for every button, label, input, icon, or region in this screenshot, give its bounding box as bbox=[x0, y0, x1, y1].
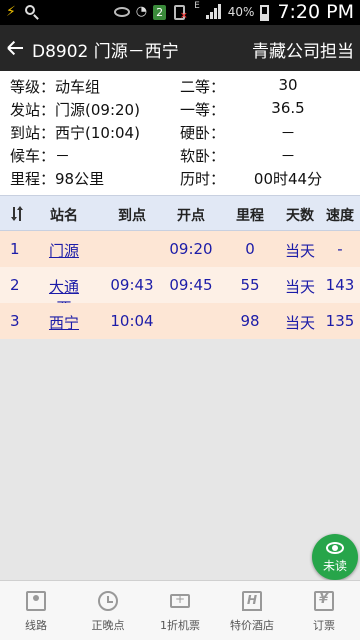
info-label: 二等： bbox=[180, 78, 226, 96]
row-index: 2 bbox=[10, 276, 20, 294]
info-left: 候车：－ bbox=[10, 147, 71, 165]
info-label: 一等： bbox=[180, 101, 226, 119]
charging-bolt-icon: ⚡ bbox=[6, 4, 16, 20]
info-row: 候车：－ 软卧： － bbox=[0, 142, 360, 165]
row-index: 3 bbox=[10, 312, 20, 330]
tab-label: 订票 bbox=[313, 619, 335, 632]
signal-icon bbox=[205, 4, 222, 20]
info-row: 发站：门源(09:20) 一等： 36.5 bbox=[0, 96, 360, 119]
distance: 98 bbox=[240, 312, 260, 330]
row-index: 1 bbox=[10, 240, 20, 258]
info-row: 等级：动车组 二等： 30 bbox=[0, 73, 360, 96]
battery-percent: 40% bbox=[227, 5, 255, 19]
map-icon bbox=[26, 591, 46, 611]
info-value: － bbox=[280, 147, 296, 165]
col-days: 天数 bbox=[286, 208, 314, 224]
search-icon bbox=[24, 3, 40, 21]
unread-label: 未读 bbox=[322, 559, 347, 573]
tab-label: 正晚点 bbox=[91, 619, 125, 632]
tab-label: 1折机票 bbox=[160, 619, 200, 632]
col-depart: 开点 bbox=[177, 208, 205, 224]
distance: 0 bbox=[245, 240, 255, 258]
col-station: 站名 bbox=[50, 208, 78, 224]
day: 当天 bbox=[284, 278, 315, 296]
phone-icon: × bbox=[172, 3, 188, 21]
day: 当天 bbox=[284, 314, 315, 332]
info-value: 36.5 bbox=[271, 99, 305, 117]
info-row: 到站：西宁(10:04) 硬卧： － bbox=[0, 119, 360, 142]
info-left: 到站：西宁(10:04) bbox=[10, 124, 140, 142]
table-row[interactable]: 3 西宁 10:04 98 当天 135 bbox=[0, 303, 360, 339]
hotel-icon bbox=[242, 591, 262, 611]
eye-icon bbox=[113, 3, 130, 21]
tab-booking[interactable]: 订票 bbox=[288, 581, 360, 640]
speed: 135 bbox=[325, 312, 355, 330]
wifi-icon: ◔ bbox=[135, 4, 148, 19]
tab-flights[interactable]: 1折机票 bbox=[144, 581, 216, 640]
back-arrow-icon[interactable] bbox=[6, 36, 26, 60]
station-link[interactable]: 门源 bbox=[42, 240, 86, 261]
info-label: 软卧： bbox=[180, 147, 226, 165]
tab-label: 特价酒店 bbox=[230, 619, 274, 632]
table-row[interactable]: 1 门源 09:20 0 当天 - bbox=[0, 231, 360, 267]
tab-punctuality[interactable]: 正晚点 bbox=[72, 581, 144, 640]
info-label: 历时： bbox=[180, 170, 226, 188]
title-bar: D8902 门源－西宁 青藏公司担当 bbox=[0, 25, 360, 71]
depart-time: 09:20 bbox=[169, 240, 213, 258]
operator-label: 青藏公司担当 bbox=[252, 42, 354, 62]
ticket-icon bbox=[170, 592, 190, 608]
info-left: 发站：门源(09:20) bbox=[10, 101, 140, 119]
battery-icon bbox=[260, 5, 270, 21]
tab-route[interactable]: 线路 bbox=[0, 581, 72, 640]
col-speed: 速度 bbox=[326, 208, 354, 224]
train-info-panel: 等级：动车组 二等： 30 发站：门源(09:20) 一等： 36.5 到站：西… bbox=[0, 71, 360, 195]
unread-button[interactable]: 未读 bbox=[312, 534, 358, 580]
network-type-label: E bbox=[194, 1, 200, 11]
day: 当天 bbox=[284, 242, 315, 260]
arrive-time: 10:04 bbox=[110, 312, 154, 330]
speed: - bbox=[337, 240, 343, 258]
speed: 143 bbox=[325, 276, 355, 294]
col-arrive: 到点 bbox=[118, 208, 146, 224]
info-value: 00时44分 bbox=[253, 170, 323, 188]
info-row: 里程：98公里 历时： 00时44分 bbox=[0, 165, 360, 188]
stops-table-header: 站名 到点 开点 里程 天数 速度 bbox=[0, 195, 360, 231]
table-row[interactable]: 2 大通西 09:43 09:45 55 当天 143 bbox=[0, 267, 360, 317]
clock-time: 7:20 PM bbox=[277, 1, 354, 23]
info-value: 30 bbox=[278, 76, 298, 94]
distance: 55 bbox=[240, 276, 260, 294]
depart-time: 09:45 bbox=[169, 276, 213, 294]
info-left: 等级：动车组 bbox=[10, 78, 101, 96]
info-label: 硬卧： bbox=[180, 124, 226, 142]
page-title: D8902 门源－西宁 bbox=[32, 42, 179, 62]
clock-icon bbox=[98, 591, 118, 611]
status-bar: ⚡ ◔ 2 × E 40% 7:20 PM bbox=[0, 0, 360, 25]
arrive-time: 09:43 bbox=[110, 276, 154, 294]
sort-icon[interactable] bbox=[10, 206, 24, 222]
notification-badge: 2 bbox=[153, 5, 167, 20]
yen-icon bbox=[314, 591, 334, 611]
tab-hotels[interactable]: 特价酒店 bbox=[216, 581, 288, 640]
bottom-tab-bar: 线路 正晚点 1折机票 特价酒店 订票 bbox=[0, 580, 360, 640]
tab-label: 线路 bbox=[25, 619, 47, 632]
info-left: 里程：98公里 bbox=[10, 170, 105, 188]
station-link[interactable]: 西宁 bbox=[42, 312, 86, 333]
col-distance: 里程 bbox=[236, 208, 264, 224]
info-value: － bbox=[280, 124, 296, 142]
